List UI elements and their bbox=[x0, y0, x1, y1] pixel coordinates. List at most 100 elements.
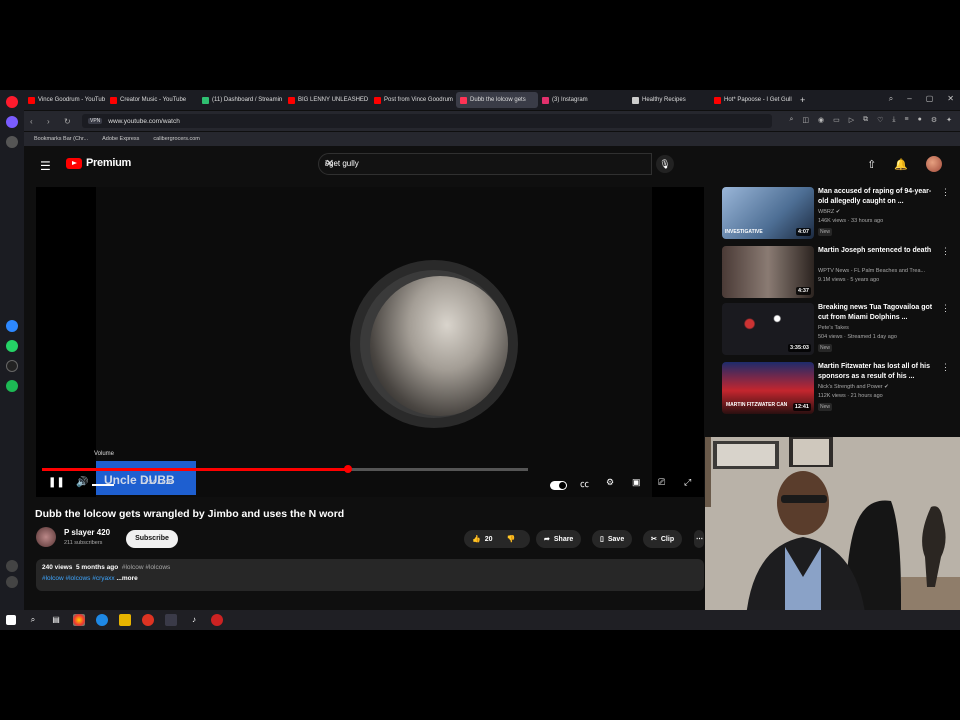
volume-slider[interactable] bbox=[92, 484, 114, 486]
description-box[interactable]: 240 views 5 months ago #lolcow #lolcows … bbox=[36, 559, 704, 591]
more-options-icon[interactable]: ⋮ bbox=[941, 246, 950, 257]
channel-name[interactable]: P slayer 420 bbox=[64, 528, 110, 537]
opera-icon[interactable] bbox=[142, 614, 154, 626]
bookmark-item[interactable]: Bookmarks Bar (Chr... bbox=[34, 136, 88, 142]
progress-bar[interactable] bbox=[42, 465, 528, 473]
like-icon[interactable]: 👍 bbox=[472, 535, 481, 543]
like-count[interactable]: 20 bbox=[485, 536, 493, 543]
more-options-icon[interactable]: ⋮ bbox=[941, 362, 950, 373]
captions-icon[interactable]: ㏄ bbox=[580, 477, 589, 490]
new-tab-button[interactable]: + bbox=[796, 92, 810, 108]
bookmark-item[interactable]: calibergrocers.com bbox=[153, 136, 199, 142]
home-icon[interactable] bbox=[6, 136, 18, 148]
store-icon[interactable] bbox=[165, 614, 177, 626]
edge-icon[interactable] bbox=[96, 614, 108, 626]
tab[interactable]: Creator Music - YouTube bbox=[106, 92, 198, 108]
video-player[interactable]: Volume Uncle DUBB ❚❚ 🔊 3:24 / 7:26 ㏄ ⚙ ▣… bbox=[36, 187, 704, 497]
settings-icon[interactable]: ⚙ bbox=[931, 116, 937, 124]
cast-icon[interactable]: ⎚ bbox=[658, 477, 665, 488]
more-actions-icon[interactable]: ⋯ bbox=[694, 530, 704, 548]
recommendation-title[interactable]: Breaking news Tua Tagovailoa got cut fro… bbox=[818, 303, 938, 323]
settings-gear-icon[interactable]: ⚙ bbox=[606, 477, 614, 488]
autoplay-toggle[interactable] bbox=[550, 481, 567, 490]
file-explorer-icon[interactable] bbox=[119, 614, 131, 626]
hamburger-menu-icon[interactable]: ☰ bbox=[40, 159, 51, 173]
spotify-icon[interactable] bbox=[6, 380, 18, 392]
favorites-icon[interactable]: ♡ bbox=[877, 116, 883, 124]
snapshot-icon[interactable]: ◫ bbox=[802, 116, 809, 124]
player-icon[interactable]: ▷ bbox=[849, 116, 854, 124]
tab[interactable]: Vince Goodrum - YouTub bbox=[24, 92, 106, 108]
recommendation-title[interactable]: Martin Joseph sentenced to death bbox=[818, 246, 938, 256]
heart-icon[interactable] bbox=[6, 560, 18, 572]
search-icon[interactable]: ⌕ bbox=[325, 157, 645, 168]
fullscreen-icon[interactable]: ⤢ bbox=[684, 477, 691, 488]
clip-button[interactable]: ✂ Clip bbox=[643, 530, 683, 548]
share-button[interactable]: ➦ Share bbox=[536, 530, 582, 548]
extensions-icon[interactable]: ⧉ bbox=[863, 116, 868, 124]
more-link[interactable]: ...more bbox=[116, 575, 137, 582]
video-thumbnail[interactable]: 3:35:03 bbox=[722, 303, 814, 355]
opera-logo-icon[interactable] bbox=[6, 96, 18, 108]
history-icon[interactable] bbox=[6, 576, 18, 588]
upload-icon[interactable]: ⇧ bbox=[867, 158, 876, 171]
chrome-icon[interactable] bbox=[73, 614, 85, 626]
youtube-logo[interactable]: Premium bbox=[66, 157, 131, 169]
profile-icon[interactable]: ● bbox=[918, 116, 922, 124]
notifications-bell-icon[interactable]: 🔔 bbox=[894, 158, 908, 171]
bookmark-item[interactable]: Adobe Express bbox=[102, 136, 139, 142]
recommendation-item[interactable]: 3:35:03 Breaking news Tua Tagovailoa got… bbox=[722, 303, 950, 357]
recommendation-item[interactable]: MARTIN FITZWATER CAN 12:41 Martin Fitzwa… bbox=[722, 362, 950, 416]
tab[interactable]: Healthy Recipes bbox=[628, 92, 710, 108]
recommendation-item[interactable]: INVESTIGATIVE 4:07 Man accused of raping… bbox=[722, 187, 950, 241]
more-options-icon[interactable]: ⋮ bbox=[941, 187, 950, 198]
search-input[interactable]: i get gully ✕ ⌕ bbox=[318, 153, 652, 175]
task-view-icon[interactable]: ▤ bbox=[50, 614, 62, 626]
aria-icon[interactable] bbox=[6, 116, 18, 128]
reload-icon[interactable]: ↻ bbox=[64, 117, 75, 126]
whatsapp-icon[interactable] bbox=[6, 340, 18, 352]
back-icon[interactable]: ‹ bbox=[30, 117, 41, 126]
microphone-icon[interactable]: 🎙 bbox=[656, 155, 674, 173]
miniplayer-icon[interactable]: ▣ bbox=[632, 477, 641, 488]
tiktok-icon[interactable]: ♪ bbox=[188, 614, 200, 626]
forward-icon[interactable]: › bbox=[47, 117, 58, 126]
pause-icon[interactable]: ❚❚ bbox=[48, 477, 65, 488]
search-icon[interactable]: ⌕ bbox=[789, 116, 793, 124]
channel-avatar[interactable] bbox=[36, 527, 56, 547]
messenger-icon[interactable] bbox=[6, 320, 18, 332]
recommendation-item[interactable]: 4:37 Martin Joseph sentenced to death WP… bbox=[722, 246, 950, 300]
camera-icon[interactable]: ◉ bbox=[818, 116, 824, 124]
app-icon[interactable] bbox=[211, 614, 223, 626]
recommendation-channel[interactable]: Pete's Takes bbox=[818, 325, 943, 331]
avatar[interactable] bbox=[926, 156, 942, 172]
maximize-icon[interactable]: ▢ bbox=[926, 94, 934, 104]
video-thumbnail[interactable]: MARTIN FITZWATER CAN 12:41 bbox=[722, 362, 814, 414]
video-thumbnail[interactable]: INVESTIGATIVE 4:07 bbox=[722, 187, 814, 239]
tab[interactable]: (3) Instagram bbox=[538, 92, 628, 108]
recommendation-channel[interactable]: WPTV News - FL Palm Beaches and Trea... bbox=[818, 268, 943, 274]
subscribe-button[interactable]: Subscribe bbox=[126, 530, 178, 548]
save-button[interactable]: ▯ Save bbox=[592, 530, 633, 548]
tab[interactable]: (11) Dashboard / Streamin bbox=[198, 92, 284, 108]
hashtags[interactable]: #lolcow #lolcows #cryaxx bbox=[42, 575, 115, 582]
search-icon[interactable]: ⌕ bbox=[27, 614, 39, 626]
video-thumbnail[interactable]: 4:37 bbox=[722, 246, 814, 298]
recommendation-title[interactable]: Martin Fitzwater has lost all of his spo… bbox=[818, 362, 938, 382]
tab[interactable]: Post from Vince Goodrum bbox=[370, 92, 456, 108]
download-icon[interactable]: ⤓ bbox=[892, 116, 895, 124]
minimize-icon[interactable]: – bbox=[907, 94, 911, 104]
windows-start-icon[interactable] bbox=[6, 615, 16, 625]
tab[interactable]: Hot* Papoose - I Get Gull bbox=[710, 92, 796, 108]
header-tags[interactable]: #lolcow #lolcows bbox=[122, 564, 170, 571]
dislike-icon[interactable]: 👎 bbox=[507, 535, 516, 543]
tab-active[interactable]: Dubb the lolcow gets bbox=[456, 92, 538, 108]
recommendation-channel[interactable]: Nick's Strength and Power bbox=[818, 384, 883, 390]
ai-icon[interactable]: ✦ bbox=[946, 116, 952, 124]
menu-icon[interactable]: ≡ bbox=[905, 116, 909, 124]
wallet-icon[interactable]: ▭ bbox=[833, 116, 840, 124]
recommendation-channel[interactable]: WBRZ bbox=[818, 209, 834, 215]
tab[interactable]: BIG LENNY UNLEASHED bbox=[284, 92, 370, 108]
close-icon[interactable]: ✕ bbox=[947, 94, 954, 104]
recommendation-title[interactable]: Man accused of raping of 94-year-old all… bbox=[818, 187, 938, 207]
